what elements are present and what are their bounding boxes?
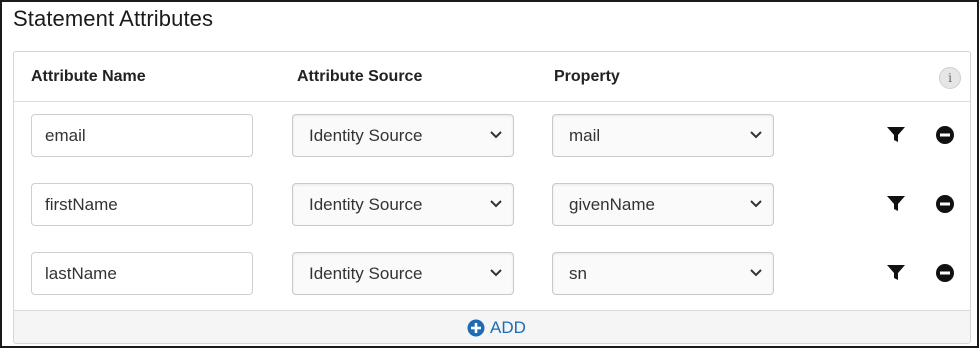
add-button[interactable]: ADD: [467, 318, 526, 338]
table-row: Identity Source mail: [14, 103, 970, 171]
statement-attributes-frame: Statement Attributes Attribute Name Attr…: [0, 0, 979, 348]
remove-circle-icon[interactable]: [935, 194, 955, 214]
chevron-down-icon: [490, 131, 502, 139]
property-select[interactable]: givenName: [552, 183, 774, 226]
section-title: Statement Attributes: [13, 6, 214, 31]
attribute-source-value: Identity Source: [309, 264, 423, 283]
column-header-attribute-name: Attribute Name: [31, 68, 146, 85]
chevron-down-icon: [490, 200, 502, 208]
filter-icon[interactable]: [887, 265, 905, 281]
plus-circle-icon: [467, 319, 485, 337]
property-value: givenName: [569, 195, 655, 214]
chevron-down-icon: [750, 131, 762, 139]
info-icon[interactable]: i: [939, 67, 961, 89]
attribute-source-select[interactable]: Identity Source: [292, 252, 514, 295]
property-select[interactable]: sn: [552, 252, 774, 295]
attributes-panel: Attribute Name Attribute Source Property…: [13, 51, 971, 344]
property-value: mail: [569, 126, 601, 145]
attribute-source-value: Identity Source: [309, 126, 423, 145]
attribute-name-input[interactable]: [31, 183, 253, 226]
add-button-label: ADD: [490, 318, 526, 337]
attribute-source-select[interactable]: Identity Source: [292, 114, 514, 157]
attribute-name-input[interactable]: [31, 114, 253, 157]
attribute-name-input[interactable]: [31, 252, 253, 295]
chevron-down-icon: [490, 269, 502, 277]
column-header-attribute-source: Attribute Source: [297, 68, 423, 85]
property-select[interactable]: mail: [552, 114, 774, 157]
chevron-down-icon: [750, 269, 762, 277]
remove-circle-icon[interactable]: [935, 125, 955, 145]
attribute-source-value: Identity Source: [309, 195, 423, 214]
table-row: Identity Source sn: [14, 241, 970, 309]
property-value: sn: [569, 264, 587, 283]
table-footer: ADD: [14, 310, 970, 343]
table-header: Attribute Name Attribute Source Property…: [14, 52, 970, 102]
table-row: Identity Source givenName: [14, 172, 970, 240]
filter-icon[interactable]: [887, 127, 905, 143]
remove-circle-icon[interactable]: [935, 263, 955, 283]
attribute-source-select[interactable]: Identity Source: [292, 183, 514, 226]
filter-icon[interactable]: [887, 196, 905, 212]
chevron-down-icon: [750, 200, 762, 208]
column-header-property: Property: [554, 68, 620, 85]
